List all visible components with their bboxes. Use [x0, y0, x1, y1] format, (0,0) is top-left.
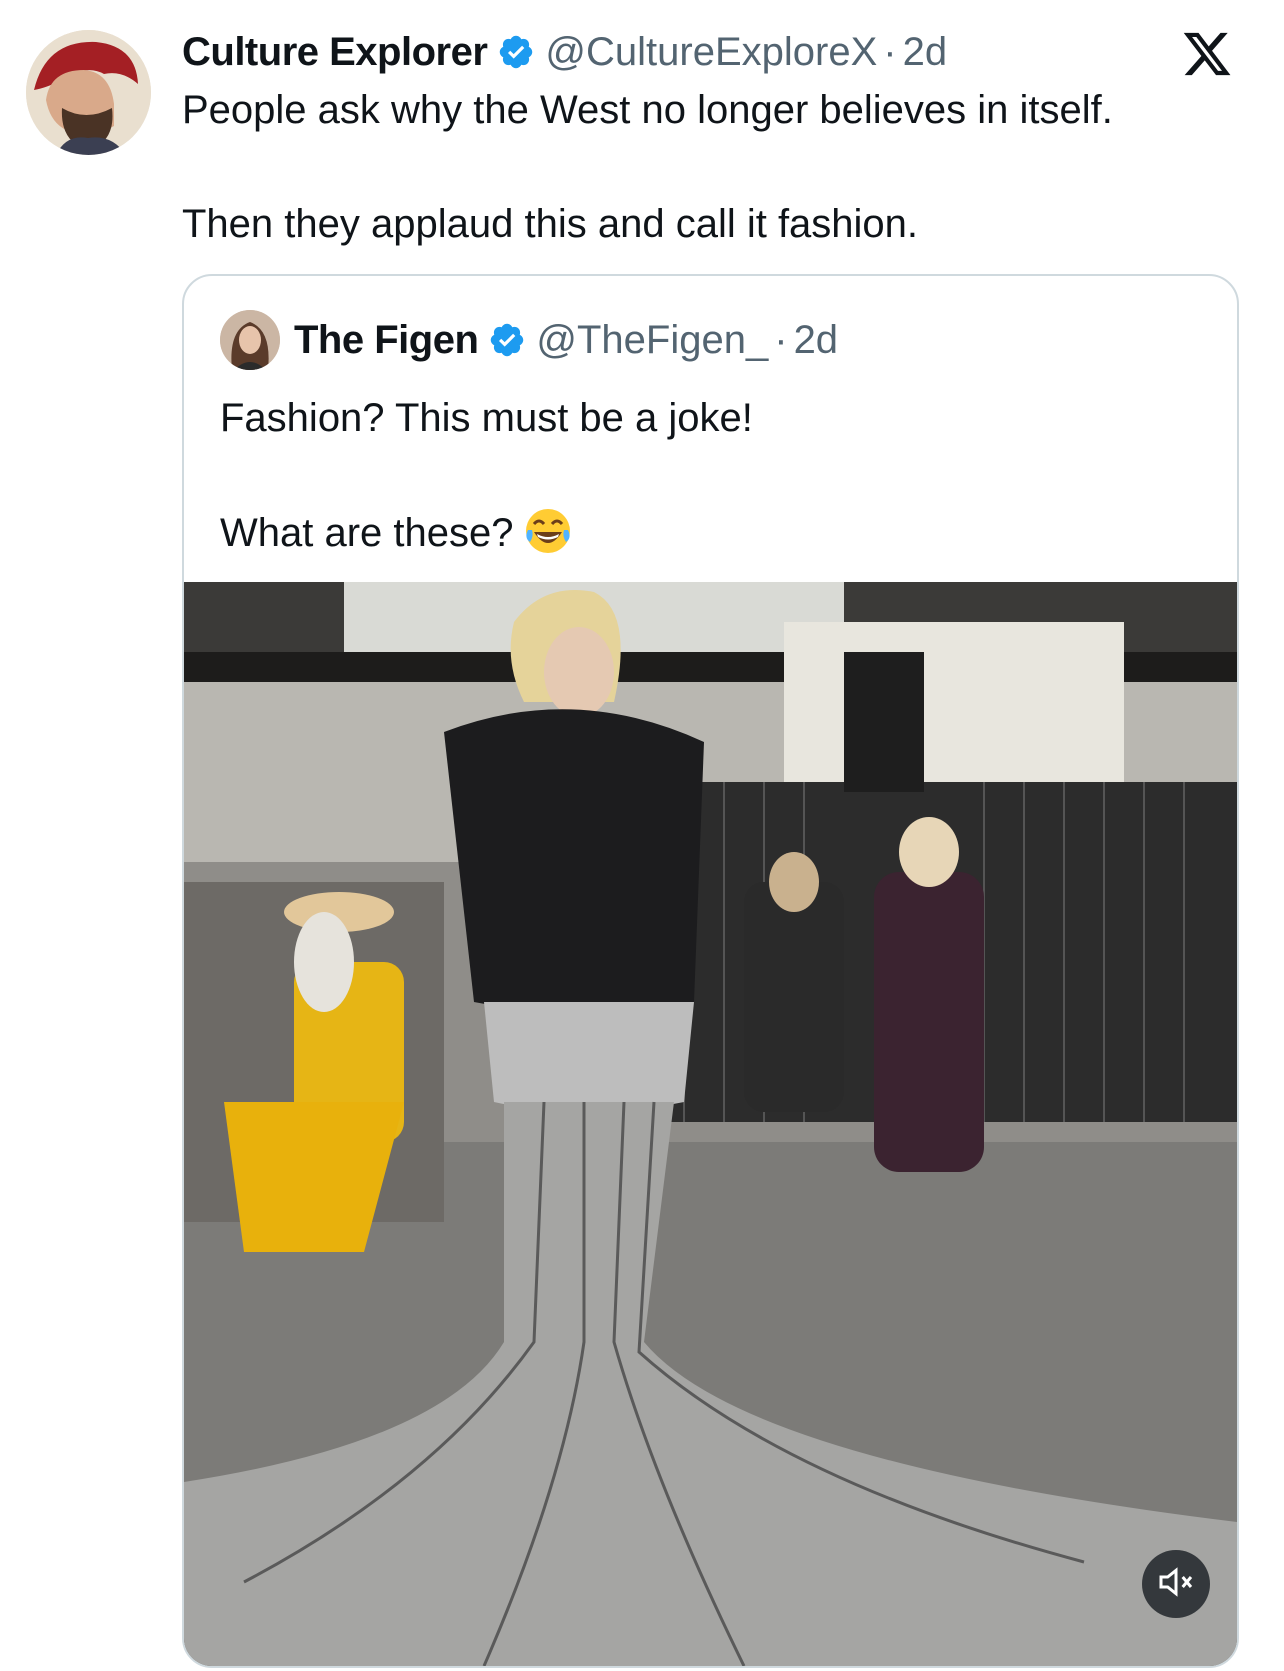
x-logo-icon: [1180, 28, 1234, 80]
separator-dot: ·: [774, 317, 788, 362]
quoted-line-text: What are these?: [220, 511, 514, 555]
tweet-line: Then they applaud this and call it fashi…: [182, 202, 919, 246]
tweet-body: People ask why the West no longer believ…: [182, 82, 1262, 252]
quoted-line: What are these?: [220, 504, 1200, 561]
quoted-video[interactable]: [184, 582, 1237, 1666]
quoted-author-avatar[interactable]: [220, 310, 280, 370]
verified-badge-icon: [497, 33, 535, 71]
quoted-author-name[interactable]: The Figen: [294, 318, 479, 363]
quoted-timestamp[interactable]: 2d: [794, 318, 839, 363]
face-with-tears-of-joy-icon: [522, 504, 574, 556]
tweet-header: Culture Explorer @CultureExploreX · 2d: [182, 22, 947, 82]
quoted-body: Fashion? This must be a joke! What are t…: [220, 390, 1200, 561]
tweet-line: People ask why the West no longer believ…: [182, 88, 1113, 132]
quoted-author-handle[interactable]: @TheFigen_: [536, 318, 768, 363]
quoted-header: The Figen @TheFigen_ · 2d: [220, 310, 838, 370]
quoted-line: Fashion? This must be a joke!: [220, 396, 753, 440]
author-avatar[interactable]: [26, 30, 151, 155]
verified-badge-icon: [488, 321, 526, 359]
mute-toggle-button[interactable]: [1142, 1550, 1210, 1618]
quoted-tweet-card[interactable]: The Figen @TheFigen_ · 2d Fashion? This …: [182, 274, 1239, 1668]
video-frame: [184, 582, 1237, 1666]
author-handle[interactable]: @CultureExploreX: [545, 30, 877, 75]
author-name[interactable]: Culture Explorer: [182, 30, 488, 75]
volume-muted-icon: [1156, 1562, 1196, 1607]
timestamp[interactable]: 2d: [903, 30, 948, 75]
separator-dot: ·: [883, 29, 897, 74]
